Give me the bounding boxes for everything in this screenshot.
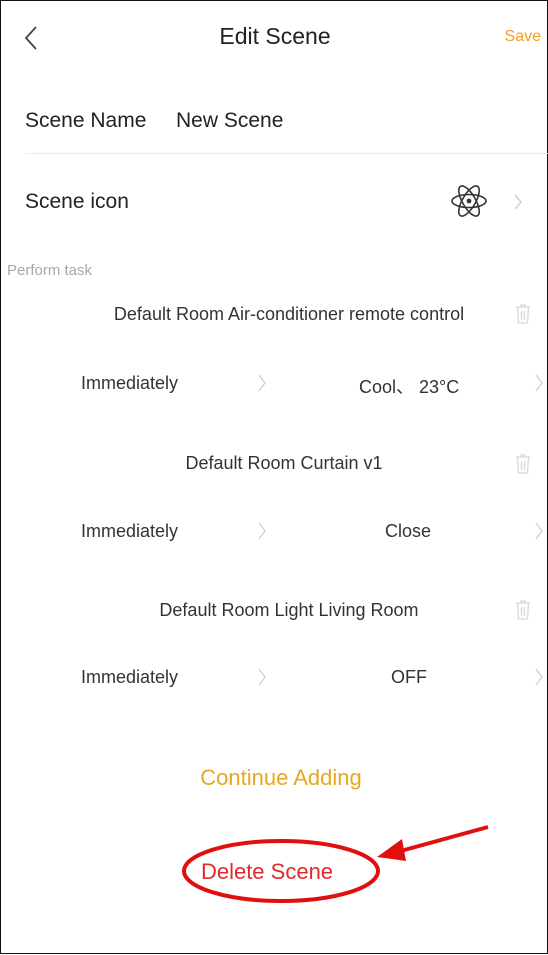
scene-name-label: Scene Name	[25, 109, 147, 132]
atom-icon	[451, 185, 487, 217]
chevron-right-icon	[535, 668, 543, 686]
chevron-right-icon	[535, 522, 543, 540]
chevron-right-icon	[258, 668, 266, 686]
task-timing[interactable]: Immediately	[81, 373, 178, 394]
task-action[interactable]: Cool、 23°C	[359, 373, 459, 399]
chevron-right-icon	[514, 194, 522, 210]
task-timing[interactable]: Immediately	[81, 521, 178, 542]
task-timing[interactable]: Immediately	[81, 667, 178, 688]
task-action[interactable]: OFF	[391, 667, 427, 688]
task-title: Default Room Light Living Room	[159, 600, 419, 620]
annotation-overlay	[182, 825, 489, 903]
save-button[interactable]: Save	[505, 28, 541, 46]
chevron-right-icon	[258, 522, 266, 540]
scene-name-field[interactable]: New Scene	[176, 109, 283, 133]
continue-adding-button[interactable]: Continue Adding	[1, 765, 548, 791]
divider	[25, 153, 548, 154]
page-title: Edit Scene	[219, 23, 331, 49]
annotation-arrow-line	[396, 825, 489, 854]
annotation-arrowhead	[377, 839, 406, 861]
trash-icon[interactable]	[514, 303, 532, 325]
perform-task-section-label: Perform task	[7, 262, 93, 279]
task-title: Default Room Curtain v1	[185, 453, 383, 473]
trash-icon[interactable]	[514, 453, 532, 475]
task-action[interactable]: Close	[385, 521, 431, 542]
scene-icon-row[interactable]: Scene icon	[1, 169, 548, 233]
chevron-right-icon	[535, 374, 543, 392]
delete-scene-button[interactable]: Delete Scene	[1, 859, 533, 885]
app-screen: Edit Scene Save Scene Name New Scene Sce…	[0, 0, 548, 954]
scene-icon-label: Scene icon	[25, 190, 129, 213]
trash-icon[interactable]	[514, 599, 532, 621]
task-title: Default Room Air-conditioner remote cont…	[113, 304, 465, 324]
chevron-right-icon	[258, 374, 266, 392]
